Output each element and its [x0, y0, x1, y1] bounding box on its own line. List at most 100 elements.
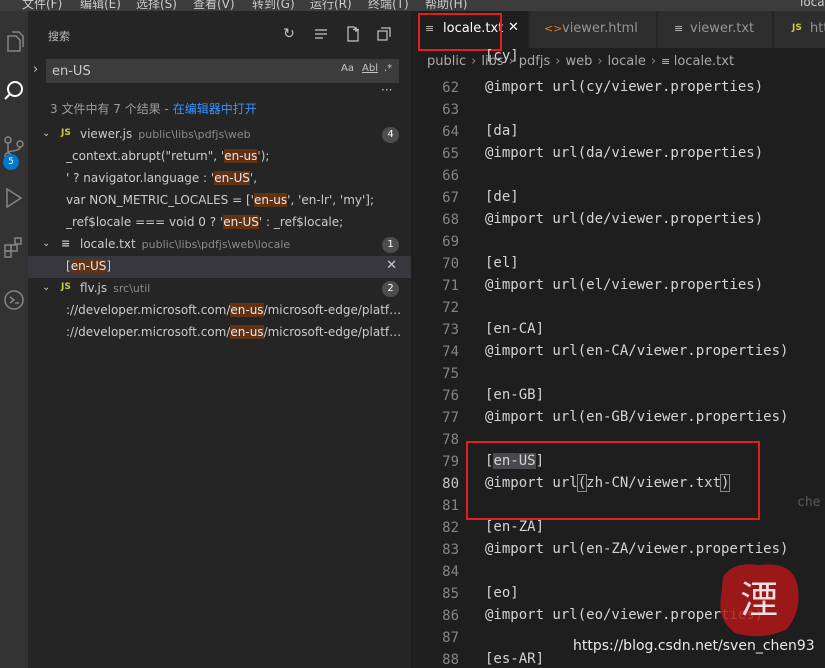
tab-overflow[interactable]: JS htt [774, 11, 825, 48]
search-icon[interactable] [0, 75, 28, 105]
code-line[interactable]: [en-CA] [485, 321, 544, 337]
menu-edit[interactable]: 编辑(E) [80, 0, 121, 11]
code-line[interactable]: [cy] [485, 48, 519, 64]
code-line[interactable]: [el] [485, 255, 519, 271]
match-count-badge: 4 [382, 127, 399, 143]
refresh-icon[interactable]: ↻ [280, 25, 298, 43]
match-row[interactable]: ://developer.microsoft.com/en-us/microso… [28, 322, 411, 344]
match-row[interactable]: ://developer.microsoft.com/en-us/microso… [28, 300, 411, 322]
result-file-viewer-js[interactable]: ⌄ JS viewer.js public\libs\pdfjs\web 4 [28, 124, 411, 146]
seal-watermark: 湮 [713, 557, 805, 641]
line-number: 79 [442, 454, 459, 470]
collapse-all-icon[interactable] [375, 25, 393, 43]
use-regex-toggle[interactable]: .* [384, 63, 392, 74]
tab-label: viewer.txt [690, 21, 755, 36]
breadcrumb-item[interactable]: pdfjs [519, 54, 550, 69]
chevron-down-icon: ⌄ [42, 128, 51, 139]
match-row[interactable]: _ref$locale === void 0 ? 'en-US' : _ref$… [28, 212, 411, 234]
html-file-icon: <> [544, 22, 563, 35]
match-context: '); [257, 149, 270, 163]
result-file-flv-js[interactable]: ⌄ JS flv.js src\util 2 [28, 278, 411, 300]
code-line[interactable]: [de] [485, 189, 519, 205]
code-line[interactable]: [en-GB] [485, 387, 544, 403]
line-number: 69 [442, 234, 459, 250]
menu-selection[interactable]: 选择(S) [136, 0, 177, 11]
line-number: 80 [442, 476, 459, 492]
menu-file[interactable]: 文件(F) [22, 0, 62, 11]
match-row-selected[interactable]: [en-US] ✕ [28, 256, 411, 278]
line-number: 85 [442, 586, 459, 602]
match-context: _ref$locale === void 0 ? ' [66, 215, 224, 229]
tab-viewer-txt[interactable]: ≡ viewer.txt [658, 11, 772, 48]
menu-goto[interactable]: 转到(G) [252, 0, 295, 11]
menu-view[interactable]: 查看(V) [193, 0, 235, 11]
code-line[interactable]: @import url(de/viewer.properties) [485, 211, 763, 227]
more-options-icon[interactable]: ··· [381, 83, 392, 97]
explorer-icon[interactable] [0, 27, 28, 57]
breadcrumb-item[interactable]: public [427, 54, 466, 69]
js-file-icon: JS [792, 23, 802, 33]
open-in-editor-link[interactable]: 在编辑器中打开 [173, 102, 257, 116]
match-context: var NON_METRIC_LOCALES = [' [66, 193, 254, 207]
search-input[interactable] [52, 62, 302, 80]
match-highlight: en-us [224, 149, 258, 163]
menu-run[interactable]: 运行(R) [310, 0, 352, 11]
code-line[interactable]: @import url(el/viewer.properties) [485, 277, 763, 293]
code-line[interactable]: @import url(en-ZA/viewer.properties) [485, 541, 788, 557]
extensions-icon[interactable] [0, 233, 28, 263]
match-highlight: en-US [223, 215, 259, 229]
scm-badge: 5 [3, 154, 19, 170]
results-summary: 3 文件中有 7 个结果 - 在编辑器中打开 [50, 100, 257, 117]
new-search-editor-icon[interactable] [344, 25, 362, 43]
clear-results-icon[interactable] [312, 25, 330, 43]
code-line[interactable]: @import url(en-GB/viewer.properties) [485, 409, 788, 425]
summary-text: 3 文件中有 7 个结果 - [50, 102, 173, 116]
line-number: 87 [442, 630, 459, 646]
code-line[interactable]: [eo] [485, 585, 519, 601]
line-number: 82 [442, 520, 459, 536]
js-file-icon: JS [61, 282, 71, 292]
close-tab-icon[interactable]: ✕ [508, 20, 519, 35]
line-number: 62 [442, 80, 459, 96]
breadcrumb-item[interactable]: locale [608, 54, 646, 69]
file-path: public\libs\pdfjs\web [138, 128, 251, 141]
breadcrumb-item[interactable]: locale.txt [674, 54, 734, 69]
js-file-icon: JS [61, 128, 71, 138]
tab-viewer-html[interactable]: <> viewer.html [530, 11, 656, 48]
line-number: 81 [442, 498, 459, 514]
menu-terminal[interactable]: 终端(T) [368, 0, 409, 11]
code-line[interactable]: [en-ZA] [485, 519, 544, 535]
line-number: 68 [442, 212, 459, 228]
file-name: flv.js [80, 281, 108, 295]
text-file-icon: ≡ [674, 22, 684, 35]
match-context: ] [106, 259, 112, 273]
toggle-replace-icon[interactable]: › [33, 62, 38, 77]
source-url-watermark: https://blog.csdn.net/sven_chen93 [573, 638, 815, 654]
inline-hint: che [797, 495, 821, 510]
dismiss-match-icon[interactable]: ✕ [386, 258, 397, 273]
match-case-toggle[interactable]: Aa [341, 63, 354, 74]
code-line[interactable]: @import url(da/viewer.properties) [485, 145, 763, 161]
file-path: src\util [113, 282, 151, 295]
match-row[interactable]: var NON_METRIC_LOCALES = ['en-us', 'en-l… [28, 190, 411, 212]
match-highlight: en-US [214, 171, 250, 185]
match-row[interactable]: _context.abrupt("return", 'en-us'); [28, 146, 411, 168]
menu-help[interactable]: 帮助(H) [425, 0, 467, 11]
breadcrumb-item[interactable]: web [565, 54, 592, 69]
file-path: public\libs\pdfjs\web\locale [141, 238, 291, 251]
source-control-icon[interactable]: 5 [0, 133, 28, 170]
line-number: 71 [442, 278, 459, 294]
seal-text: 湮 [740, 578, 778, 622]
match-whole-word-toggle[interactable]: Abl [362, 63, 378, 74]
code-line[interactable]: [da] [485, 123, 519, 139]
code-line[interactable]: @import url(en-CA/viewer.properties) [485, 343, 788, 359]
match-highlight: en-us [253, 193, 288, 207]
remote-icon[interactable] [0, 285, 28, 315]
result-file-locale-txt[interactable]: ⌄ ≡ locale.txt public\libs\pdfjs\web\loca… [28, 234, 411, 256]
match-row[interactable]: ' ? navigator.language : 'en-US', [28, 168, 411, 190]
code-line[interactable]: [es-AR] [485, 651, 544, 667]
match-count-badge: 2 [382, 281, 399, 297]
code-line[interactable]: @import url(cy/viewer.properties) [485, 79, 763, 95]
run-debug-icon[interactable] [0, 183, 28, 213]
menu-bar: 文件(F) 编辑(E) 选择(S) 查看(V) 转到(G) 运行(R) 终端(T… [0, 0, 825, 11]
